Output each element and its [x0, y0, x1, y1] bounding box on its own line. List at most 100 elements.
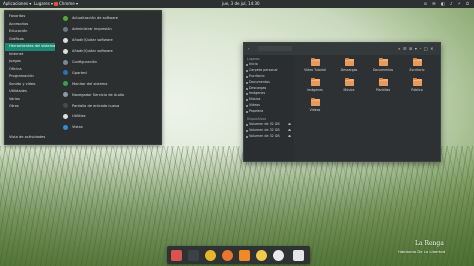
category-list: Favoritos Accesorios Educación Gráficos … [5, 13, 55, 111]
app-item[interactable]: Añadir/Quitar software [60, 35, 160, 46]
category-item[interactable]: Varios [5, 96, 55, 104]
app-item[interactable]: Añadir/Quitar software [60, 46, 160, 57]
file-manager-headerbar: ‹ ⌕☰⊞▾–□✕ [244, 43, 440, 55]
quote-subtitle: Hablando De La Libertad [398, 249, 446, 254]
app-item[interactable]: Vistas [60, 122, 160, 133]
quote-title: La Renga [415, 240, 444, 247]
app-label: Añadir/Quitar software [72, 38, 113, 43]
category-item[interactable]: Internet [5, 51, 55, 59]
clock[interactable]: jue, 3 de jul, 14:30 [222, 0, 260, 8]
app-label: Gparted [72, 70, 87, 75]
path-bar[interactable] [258, 46, 292, 51]
top-panel: Aplicaciones ▾ Lugares ▾ Chrome ▾ jue, 3… [0, 0, 474, 8]
utilities-icon [63, 113, 68, 119]
app-label: Vistas [72, 125, 83, 130]
terminal-icon[interactable] [188, 249, 199, 261]
app-grid-icon[interactable] [293, 249, 304, 261]
settings-icon [63, 59, 68, 65]
device-label: Volumen de 32 GB [249, 133, 280, 138]
app-label: Configuración [72, 60, 97, 64]
app-label: Actualización de software [72, 16, 119, 21]
views-icon [63, 124, 68, 130]
folder-label: Público [411, 87, 423, 92]
category-item[interactable]: Sonido y vídeo [5, 81, 55, 89]
device-label: Volumen de 32 GB [249, 127, 280, 132]
app-item[interactable]: Administrar impresión [60, 24, 160, 35]
folder-item[interactable]: Vídeo Tutorial [300, 57, 330, 75]
folder-icon [378, 77, 388, 86]
folder-item[interactable]: Vídeos [300, 97, 330, 115]
places-header: Lugares [247, 57, 260, 61]
folder-label: Descargas [340, 67, 358, 72]
file-manager-window: ‹ ⌕☰⊞▾–□✕ Lugares Inicio Carpeta persona… [243, 42, 441, 162]
files-icon[interactable] [171, 249, 182, 261]
folder-item[interactable]: Público [402, 77, 432, 95]
category-item[interactable]: Gráficos [5, 36, 55, 44]
folder-item[interactable]: Plantillas [368, 77, 398, 95]
application-menu: Favoritos Accesorios Educación Gráficos … [4, 10, 162, 145]
music-player-icon[interactable] [256, 249, 267, 261]
eject-icon[interactable]: ⏏ [288, 134, 291, 140]
app-item[interactable]: Monitor del sistema [60, 78, 160, 89]
folder-icon [310, 97, 320, 106]
dock [167, 246, 310, 264]
device-item[interactable]: Volumen de 32 GB ⏏ [244, 134, 294, 140]
app-item[interactable]: Utilities [60, 111, 160, 122]
folder-item[interactable]: Escritorio [402, 57, 432, 75]
system-tray[interactable]: ⊙ ✉ ◧ ♪ ⚡ ⏻ [424, 0, 471, 8]
folder-label: Imágenes [307, 87, 323, 92]
folder-item[interactable]: Imágenes [300, 77, 330, 95]
app-label: Añadir/Quitar software [72, 49, 113, 54]
folder-label: Vídeo Tutorial [304, 67, 326, 72]
app-item[interactable]: Navegador Servicio de Audio [60, 89, 160, 100]
applications-menu-button[interactable]: Aplicaciones ▾ [3, 0, 31, 8]
category-item[interactable]: Utilidades [5, 88, 55, 96]
category-item[interactable]: Educación [5, 28, 55, 36]
activities-overview-link[interactable]: Vista de actividades [9, 135, 45, 139]
audio-icon [63, 92, 68, 98]
window-toolbar-icons[interactable]: ⌕☰⊞▾–□✕ [398, 46, 436, 51]
app-item[interactable]: Actualización de software [60, 13, 160, 24]
folder-icon [310, 57, 320, 66]
category-item-active[interactable]: Herramientas del sistema [5, 43, 55, 51]
category-item[interactable]: Oficina [5, 66, 55, 74]
app-label: Pantalla de entrada nueva [72, 103, 120, 108]
app-item[interactable]: Pantalla de entrada nueva [60, 100, 160, 111]
folder-icon [344, 57, 354, 66]
category-item[interactable]: Otros [5, 103, 55, 111]
info-icon[interactable] [273, 249, 284, 261]
folder-grid: Vídeo Tutorial Descargas Documentos Escr… [296, 55, 440, 161]
places-menu-button[interactable]: Lugares ▾ [34, 0, 53, 8]
back-icon[interactable]: ‹ [248, 46, 250, 51]
folder-label: Documentos [372, 67, 394, 72]
app-item[interactable]: Gparted [60, 67, 160, 78]
firefox-icon[interactable] [222, 249, 233, 261]
chrome-icon[interactable] [205, 249, 216, 261]
folder-item[interactable]: Descargas [334, 57, 364, 75]
package-icon [63, 37, 68, 43]
category-item[interactable]: Favoritos [5, 13, 55, 21]
app-label: Monitor del sistema [72, 81, 108, 86]
device-label: Volumen de 32 GB [249, 122, 280, 127]
folder-icon [378, 57, 388, 66]
gparted-icon [63, 70, 68, 76]
file-manager-sidebar: Lugares Inicio Carpeta personal Escritor… [244, 55, 294, 161]
vlc-icon[interactable] [239, 249, 250, 261]
folder-item[interactable]: Documentos [368, 57, 398, 75]
folder-icon [344, 77, 354, 86]
folder-icon [412, 57, 422, 66]
app-list: Actualización de software Administrar im… [60, 13, 160, 133]
category-item[interactable]: Juegos [5, 58, 55, 66]
app-item[interactable]: Configuración [60, 57, 160, 68]
printer-icon [63, 26, 68, 32]
folder-icon [310, 77, 320, 86]
sidebar-item[interactable]: Papelera [244, 109, 294, 115]
category-item[interactable]: Programación [5, 73, 55, 81]
folder-label: Plantillas [375, 87, 391, 92]
software-update-icon [63, 15, 68, 21]
browser-menu-button[interactable]: Chrome ▾ [54, 0, 78, 8]
folder-label: Música [343, 87, 355, 92]
folder-item[interactable]: Música [334, 77, 364, 95]
app-label: Navegador Servicio de Audio [72, 92, 125, 97]
category-item[interactable]: Accesorios [5, 21, 55, 29]
